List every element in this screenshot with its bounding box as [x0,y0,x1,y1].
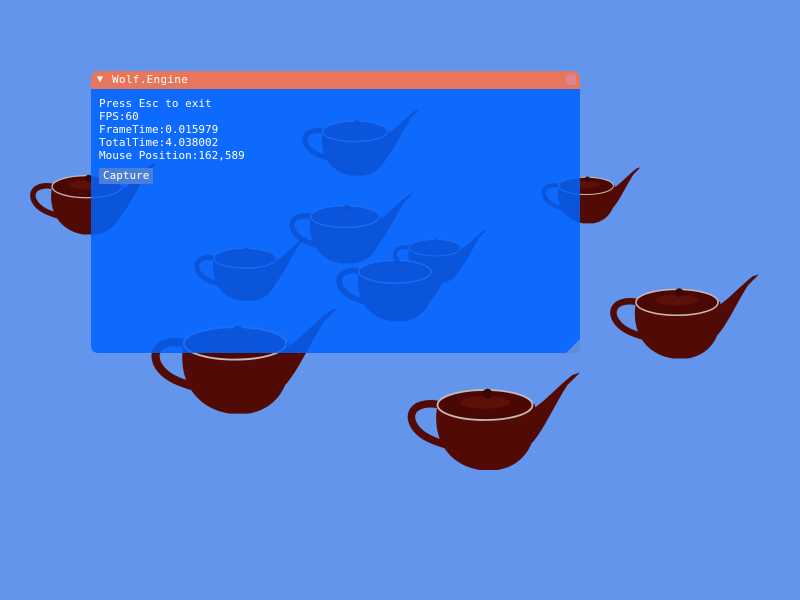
debug-window[interactable]: ▼ Wolf.Engine Press Esc to exit FPS:60 F… [91,71,580,353]
resize-grip-icon[interactable] [566,339,580,353]
triangle-down-icon[interactable]: ▼ [97,71,103,89]
mouse-position-text: Mouse Position:162,589 [99,149,245,162]
total-time-text: TotalTime:4.038002 [99,136,219,149]
window-title: Wolf.Engine [112,73,189,86]
fps-text: FPS:60 [99,110,139,123]
window-body: Press Esc to exit FPS:60 FrameTime:0.015… [91,89,580,353]
teapot-model [411,373,580,471]
window-title-bar[interactable]: ▼ Wolf.Engine [91,71,580,89]
exit-hint-text: Press Esc to exit [99,97,212,110]
capture-button[interactable]: Capture [99,168,154,184]
close-box-icon[interactable] [566,74,576,85]
teapot-model [613,274,759,358]
frame-time-text: FrameTime:0.015979 [99,123,219,136]
